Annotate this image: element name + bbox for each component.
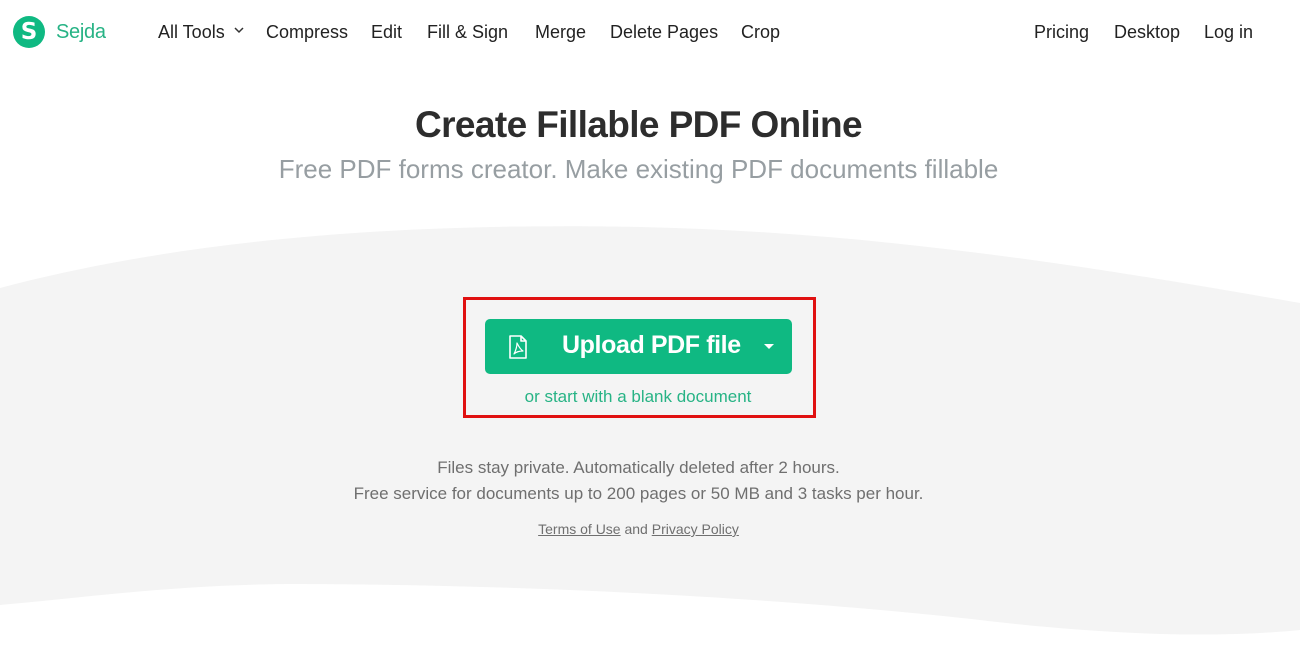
nav-all-tools-label: All Tools bbox=[158, 22, 225, 42]
blank-document-link[interactable]: or start with a blank document bbox=[463, 387, 813, 407]
pdf-file-icon bbox=[509, 335, 527, 359]
nav-merge[interactable]: Merge bbox=[535, 20, 586, 44]
nav-compress[interactable]: Compress bbox=[266, 20, 348, 44]
terms-of-use-link[interactable]: Terms of Use bbox=[538, 521, 620, 537]
and-text: and bbox=[624, 521, 648, 537]
nav-pricing[interactable]: Pricing bbox=[1034, 20, 1089, 44]
caret-down-icon bbox=[764, 344, 774, 349]
upload-pdf-label: Upload PDF file bbox=[562, 331, 741, 359]
legal-links: Terms of Use and Privacy Policy bbox=[0, 521, 1277, 537]
top-navigation: S Sejda All Tools Compress Edit Fill & S… bbox=[0, 0, 1300, 64]
page-title: Create Fillable PDF Online bbox=[414, 104, 863, 145]
limits-info-text: Free service for documents up to 200 pag… bbox=[353, 484, 924, 503]
chevron-down-icon bbox=[234, 27, 244, 34]
nav-log-in[interactable]: Log in bbox=[1204, 20, 1253, 44]
nav-edit[interactable]: Edit bbox=[371, 20, 402, 44]
sejda-logo[interactable]: S Sejda bbox=[13, 16, 106, 48]
privacy-info-text: Files stay private. Automatically delete… bbox=[437, 458, 840, 477]
logo-text: Sejda bbox=[56, 20, 106, 43]
privacy-policy-link[interactable]: Privacy Policy bbox=[652, 521, 739, 537]
nav-delete-pages[interactable]: Delete Pages bbox=[610, 20, 718, 44]
nav-all-tools[interactable]: All Tools bbox=[158, 20, 245, 44]
nav-fill-sign[interactable]: Fill & Sign bbox=[427, 20, 508, 44]
nav-desktop[interactable]: Desktop bbox=[1114, 20, 1180, 44]
nav-crop[interactable]: Crop bbox=[741, 20, 780, 44]
upload-pdf-button[interactable]: Upload PDF file bbox=[485, 319, 792, 374]
page-subtitle: Free PDF forms creator. Make existing PD… bbox=[278, 154, 999, 184]
upload-options-dropdown[interactable] bbox=[750, 319, 792, 374]
logo-mark: S bbox=[13, 16, 45, 48]
